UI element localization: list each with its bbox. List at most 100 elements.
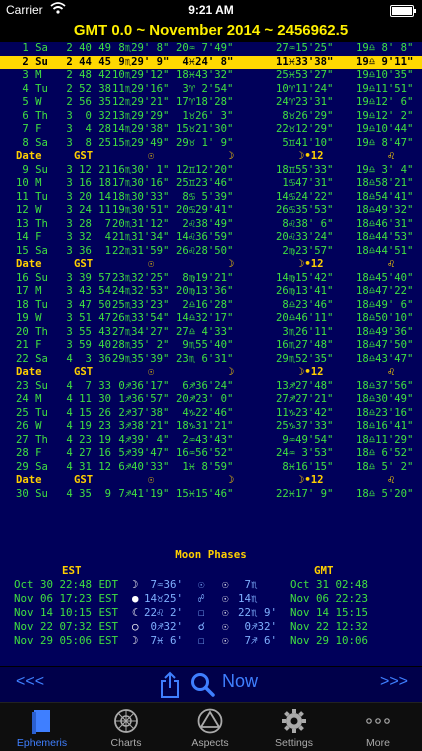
table-row[interactable]: 29 Sa 4 31 12 6♐40'33" 1♓ 8'59" 8♓16'15"… — [0, 461, 422, 475]
cell-gst: 4 35 9 — [60, 487, 112, 500]
tab-charts[interactable]: Charts — [84, 703, 168, 751]
cell-sun: 19♏30'51" — [112, 204, 170, 216]
table-row[interactable]: 15 Sa 3 36 1 22♏31'59" 26♌28'50" 2♍23'57" 1… — [0, 245, 422, 259]
table-row[interactable]: 7 F 3 4 28 14♏29'38" 15♉21'30" 22♉12'29" 19♎… — [0, 123, 422, 137]
cell-sun: 27♏34'27" — [112, 325, 170, 338]
table-row[interactable]: 4 Tu 2 52 38 11♏29'16" 3♈ 2'54" 10♈11'24" 1… — [0, 83, 422, 97]
tab-ephemeris-label: Ephemeris — [16, 737, 68, 749]
cell-h12: 19♎10'44" — [356, 123, 414, 135]
cell-node: 27♐27'21" — [276, 393, 334, 405]
tab-settings[interactable]: Settings — [252, 703, 336, 751]
cell-sun: 25♏33'23" — [112, 298, 170, 311]
cell-sun: 24♏32'53" — [112, 285, 170, 297]
cell-moon: 15♉21'30" — [176, 123, 234, 135]
cell-node: 3♏26'11" — [276, 325, 334, 338]
moon-phase-gmt: Nov 22 12:32 — [290, 620, 369, 633]
cell-date: 13 Th — [16, 217, 48, 230]
cell-node: 22♓17' 9" — [276, 487, 334, 500]
cell-h12: ♌ — [388, 150, 395, 162]
cell-h12: 18♎37'56" — [356, 379, 414, 392]
cell-moon: ☽ — [228, 258, 235, 270]
table-row[interactable]: 18 Tu 3 47 50 25♏33'23" 2♎16'28" 8♎23'46"… — [0, 299, 422, 313]
tab-more[interactable]: More — [336, 703, 420, 751]
table-row[interactable]: 27 Th 4 23 19 4♐39' 4" 2♒43'43" 9♒49'54"… — [0, 434, 422, 448]
table-row[interactable]: 6 Th 3 0 32 13♏29'29" 1♉26' 3" 8♉26'29" 19… — [0, 110, 422, 124]
cell-date: Date — [16, 258, 42, 270]
table-row[interactable]: 5 W 2 56 35 12♏29'21" 17♈18'28" 24♈23'31" 19… — [0, 96, 422, 110]
moon-phase-est: Nov 06 17:23 EST — [14, 592, 119, 605]
cell-moon: 20♒ 7'49" — [176, 42, 234, 54]
table-row[interactable]: 17 M 3 43 54 24♏32'53" 20♍13'36" 26♍13'41" 1… — [0, 285, 422, 299]
cell-moon: 14♌36'59" — [176, 231, 234, 243]
ephemeris-table[interactable]: 1 Sa 2 40 49 8♏29' 8" 20♒ 7'49" 27♒15'25" 1… — [0, 42, 422, 501]
table-row[interactable]: 20 Th 3 55 43 27♏34'27" 27♎ 4'33" 3♏26'11"… — [0, 326, 422, 340]
cell-h12: 19♎11'51" — [356, 82, 414, 95]
cell-gst: 3 0 32 — [60, 109, 112, 122]
moon-phase-p2: ☌ — [198, 620, 205, 633]
cell-sun: 11♏29'16" — [112, 82, 170, 95]
toolbar: <<< Now >>> — [0, 666, 422, 705]
moon-phase-gmt: Nov 06 22:23 — [290, 592, 369, 605]
search-icon[interactable] — [190, 671, 216, 703]
cell-moon: 8♋ 5'39" — [176, 190, 234, 203]
table-header-row: Date GST ☉ ☽ ☽•12 ♌ — [0, 258, 422, 272]
table-row[interactable]: 16 Su 3 39 57 23♏32'25" 8♍19'21" 14♍15'42"… — [0, 272, 422, 286]
cell-node: 29♏52'35" — [276, 352, 334, 365]
cell-moon: 23♏ 6'31" — [176, 352, 234, 365]
cell-node: 25♑37'33" — [276, 420, 334, 432]
table-row[interactable]: 1 Sa 2 40 49 8♏29' 8" 20♒ 7'49" 27♒15'25" 1… — [0, 42, 422, 56]
cell-date: 26 W — [16, 420, 48, 432]
table-row-selected[interactable]: 2 Su 2 44 45 9♏29' 9" 4♓24' 8" 11♓33'38" 1… — [0, 55, 422, 69]
table-row[interactable]: 22 Sa 4 3 36 29♏35'39" 23♏ 6'31" 29♏52'35" 1… — [0, 353, 422, 367]
moon-phase-p2: ☉ — [198, 578, 205, 591]
table-row[interactable]: 23 Su 4 7 33 0♐36'17" 6♐36'24" 13♐27'48" 1… — [0, 380, 422, 394]
cell-date: 23 Su — [16, 379, 48, 392]
cell-gst: 3 55 43 — [60, 325, 112, 338]
table-row[interactable]: 21 F 3 59 40 28♏35' 2" 9♏55'40" 16♏27'48" 1… — [0, 339, 422, 353]
cell-date: 16 Su — [16, 271, 48, 284]
cell-sun: 1♐36'57" — [112, 393, 170, 405]
share-icon[interactable] — [158, 671, 182, 703]
cell-node: 26♋35'53" — [276, 204, 334, 216]
table-row[interactable]: 19 W 3 51 47 26♏33'54" 14♎32'17" 20♎46'11" 1… — [0, 312, 422, 326]
cell-h12: 18♎54'41" — [356, 190, 414, 203]
cell-moon: 2♒43'43" — [176, 433, 234, 446]
cell-date: 7 F — [16, 123, 48, 135]
cell-gst: 4 15 26 — [60, 406, 112, 419]
table-row[interactable]: 14 F 3 32 4 21♏31'34" 14♌36'59" 20♌33'24" 18… — [0, 231, 422, 245]
previous-month-button[interactable]: <<< — [16, 673, 44, 691]
tab-ephemeris[interactable]: Ephemeris — [0, 703, 84, 751]
tab-aspects-label: Aspects — [191, 737, 229, 749]
cell-sun: 29♏35'39" — [112, 352, 170, 365]
cell-gst: 4 3 36 — [60, 352, 112, 365]
cell-gst: GST — [74, 258, 94, 270]
table-row[interactable]: 13 Th 3 28 7 20♏31'12" 2♌38'49" 8♌38' 6" 1… — [0, 218, 422, 232]
cell-date: 30 Su — [16, 487, 48, 500]
table-row[interactable]: 8 Sa 3 8 25 15♏29'49" 29♉ 1' 9" 5♊41'10" 19… — [0, 137, 422, 151]
table-row[interactable]: 10 M 3 16 18 17♏30'16" 25♊23'46" 1♋47'31" 1… — [0, 177, 422, 191]
table-row[interactable]: 30 Su 4 35 9 7♐41'19" 15♓15'46" 22♓17' 9" 1… — [0, 488, 422, 502]
tab-aspects[interactable]: Aspects — [168, 703, 252, 751]
cell-date: 27 Th — [16, 433, 48, 446]
cell-sun: 16♏30' 1" — [112, 163, 170, 176]
cell-node: 24♒ 3'53" — [276, 447, 334, 459]
cell-moon: 18♓43'32" — [176, 69, 234, 81]
cell-h12: 18♎47'22" — [356, 285, 414, 297]
table-row[interactable]: 9 Su 3 12 21 16♏30' 1" 12♊12'20" 18♊55'33" 1… — [0, 164, 422, 178]
table-row[interactable]: 24 M 4 11 30 1♐36'57" 20♐23' 0" 27♐27'21" 1… — [0, 393, 422, 407]
table-row[interactable]: 25 Tu 4 15 26 2♐37'38" 4♑22'46" 11♑23'42"… — [0, 407, 422, 421]
cell-gst: 2 44 45 — [60, 55, 112, 68]
next-month-button[interactable]: >>> — [380, 673, 408, 691]
cell-node: 18♊55'33" — [276, 163, 334, 176]
cell-h12: 18♎49'32" — [356, 204, 414, 216]
cell-gst: 3 59 40 — [60, 339, 112, 351]
table-row[interactable]: 26 W 4 19 23 3♐38'21" 18♑31'21" 25♑37'33" 1… — [0, 420, 422, 434]
table-row[interactable]: 28 F 4 27 16 5♐39'47" 16♒56'52" 24♒ 3'53" 1… — [0, 447, 422, 461]
tab-bar: Ephemeris Charts Aspects Settings More — [0, 702, 422, 751]
table-row[interactable]: 12 W 3 24 11 19♏30'51" 20♋29'41" 26♋35'53" 1… — [0, 204, 422, 218]
cell-moon: 12♊12'20" — [176, 163, 234, 176]
table-row[interactable]: 3 M 2 48 42 10♏29'12" 18♓43'32" 25♓53'27" 19… — [0, 69, 422, 83]
cell-h12: 18♎11'29" — [356, 433, 414, 446]
table-row[interactable]: 11 Tu 3 20 14 18♏30'33" 8♋ 5'39" 14♋24'22"… — [0, 191, 422, 205]
now-button[interactable]: Now — [222, 671, 258, 692]
